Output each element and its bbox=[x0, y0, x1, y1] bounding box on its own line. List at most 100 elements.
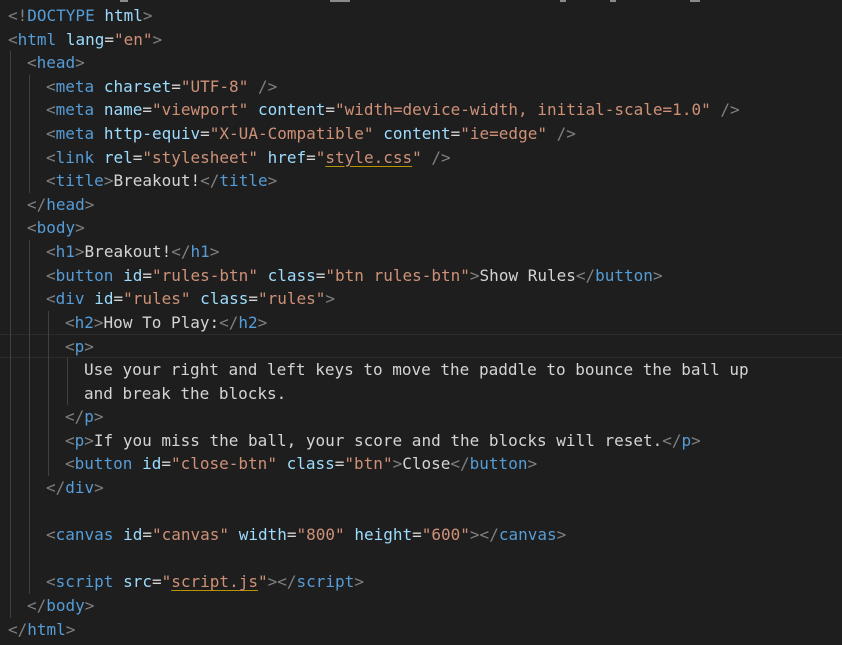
code-line[interactable]: </div> bbox=[0, 476, 842, 500]
code-token: < bbox=[46, 76, 56, 96]
code-token: > bbox=[354, 572, 364, 592]
code-line[interactable]: <meta name="viewport" content="width=dev… bbox=[0, 98, 842, 122]
code-token: > bbox=[209, 242, 220, 261]
code-line[interactable]: Use your right and left keys to move the… bbox=[0, 358, 842, 382]
code-token: = bbox=[412, 525, 422, 545]
code-line[interactable]: <meta http-equiv="X-UA-Compatible" conte… bbox=[0, 122, 842, 146]
code-token: > bbox=[94, 478, 104, 497]
code-token: > bbox=[527, 454, 538, 474]
code-token: link bbox=[55, 147, 95, 167]
code-token: < bbox=[27, 218, 37, 238]
code-token: > bbox=[652, 265, 663, 285]
code-token: p bbox=[84, 407, 94, 427]
code-token: p bbox=[74, 337, 85, 357]
code-token: If you miss the ball, your score and the… bbox=[93, 430, 663, 450]
code-line[interactable]: <!DOCTYPE html> bbox=[0, 4, 842, 28]
code-token: " bbox=[412, 147, 422, 167]
code-token: = bbox=[450, 124, 461, 143]
code-token: "600" bbox=[421, 525, 470, 545]
code-token: title bbox=[55, 171, 104, 191]
code-line[interactable]: <link rel="stylesheet" href="style.css" … bbox=[0, 146, 842, 170]
code-token: " bbox=[161, 572, 172, 592]
code-line[interactable]: <meta charset="UTF-8" /> bbox=[0, 75, 842, 99]
code-line[interactable]: <title>Breakout!</title> bbox=[0, 169, 842, 193]
code-line[interactable]: and break the blocks. bbox=[0, 382, 842, 406]
code-token: html bbox=[104, 6, 143, 25]
code-token: < bbox=[65, 430, 75, 450]
code-line[interactable]: <button id="close-btn" class="btn">Close… bbox=[0, 452, 842, 476]
code-token: "rules" bbox=[123, 289, 191, 309]
code-token: > bbox=[75, 218, 85, 238]
code-token: lang bbox=[65, 29, 105, 49]
code-token: class bbox=[286, 454, 335, 474]
code-line[interactable]: <h1>Breakout!</h1> bbox=[0, 240, 842, 264]
code-token: < bbox=[65, 337, 75, 357]
code-token: rel bbox=[103, 147, 133, 167]
code-token: and break the blocks. bbox=[84, 383, 287, 403]
top-edge bbox=[0, 0, 842, 2]
code-line[interactable]: <canvas id="canvas" width="800" height="… bbox=[0, 523, 842, 547]
code-token: "canvas" bbox=[151, 525, 230, 545]
code-token: > bbox=[74, 242, 85, 261]
code-token: head bbox=[46, 194, 85, 214]
code-line[interactable] bbox=[0, 500, 842, 524]
code-token: button bbox=[469, 454, 528, 474]
code-line[interactable]: </html> bbox=[0, 618, 842, 642]
code-token: < bbox=[46, 171, 56, 191]
code-token: div bbox=[55, 289, 85, 309]
code-line[interactable]: <body> bbox=[0, 216, 842, 240]
code-token: meta bbox=[55, 124, 95, 143]
code-line[interactable]: </p> bbox=[0, 405, 842, 429]
code-token: meta bbox=[55, 100, 95, 120]
code-line[interactable]: </head> bbox=[0, 193, 842, 217]
code-token: button bbox=[595, 265, 653, 285]
code-token: = bbox=[132, 147, 143, 167]
code-token: </ bbox=[8, 619, 28, 639]
code-editor[interactable]: <!DOCTYPE html> <html lang="en"> <head> <me… bbox=[0, 0, 842, 645]
code-token: > bbox=[392, 454, 403, 474]
code-token: < bbox=[46, 572, 56, 592]
code-line[interactable] bbox=[0, 547, 842, 571]
code-token: canvas bbox=[498, 525, 557, 545]
code-line[interactable]: <script src="script.js"></script> bbox=[0, 570, 842, 594]
code-token: = bbox=[142, 265, 152, 285]
code-token: meta bbox=[55, 76, 95, 96]
code-token: html bbox=[17, 29, 57, 49]
code-token: /> bbox=[431, 147, 451, 167]
code-token: < bbox=[46, 242, 56, 261]
code-token: class bbox=[200, 289, 249, 309]
code-token: Use your right and left keys to move the… bbox=[84, 360, 749, 379]
code-token: id bbox=[123, 265, 143, 285]
code-token: </ bbox=[27, 194, 47, 214]
code-line[interactable]: <h2>How To Play:</h2> bbox=[0, 311, 842, 335]
code-token: h1 bbox=[55, 242, 75, 261]
code-token: "btn" bbox=[344, 454, 393, 474]
code-line[interactable]: </body> bbox=[0, 594, 842, 618]
code-token: = bbox=[142, 525, 152, 545]
code-token: > bbox=[84, 337, 94, 357]
code-line[interactable]: <head> bbox=[0, 51, 842, 75]
code-line[interactable]: <button id="rules-btn" class="btn rules-… bbox=[0, 264, 842, 288]
code-token: h2 bbox=[74, 312, 94, 332]
code-line-current[interactable]: <p> bbox=[0, 334, 842, 359]
code-token: charset bbox=[103, 76, 172, 96]
code-token: </ bbox=[219, 312, 239, 332]
clipped-text-fragment bbox=[690, 0, 700, 2]
code-token: < bbox=[27, 53, 37, 73]
code-token: > bbox=[84, 596, 95, 615]
code-line[interactable]: <div id="rules" class="rules"> bbox=[0, 287, 842, 311]
code-line[interactable]: <html lang="en"> bbox=[0, 28, 842, 52]
code-token: </ bbox=[27, 596, 47, 615]
code-line[interactable]: <p>If you miss the ball, your score and … bbox=[0, 429, 842, 453]
